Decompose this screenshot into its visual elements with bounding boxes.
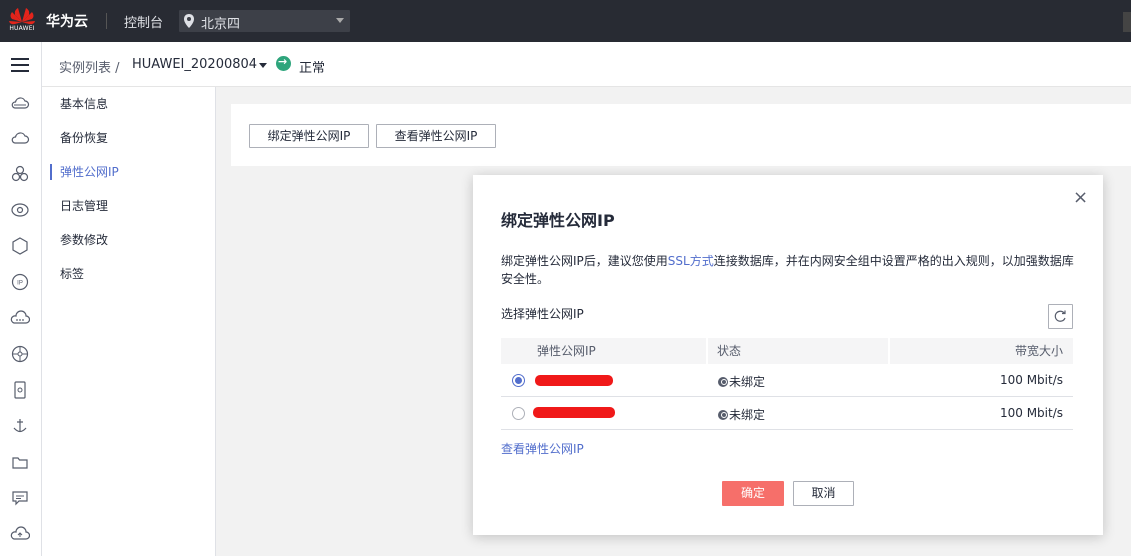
refresh-icon xyxy=(1054,310,1066,322)
breadcrumb-instance-name: HUAWEI_20200804 xyxy=(132,57,258,72)
table-row[interactable]: 未绑定 100 Mbit/s xyxy=(501,364,1073,397)
eip-address xyxy=(535,374,615,386)
top-navigation-bar: HUAWEI 华为云 控制台 北京四 xyxy=(0,0,1131,42)
ssl-link[interactable]: SSL方式 xyxy=(668,254,714,268)
brand-name[interactable]: 华为云 xyxy=(46,11,88,31)
refresh-button[interactable] xyxy=(1048,304,1073,329)
subnav-item-tags[interactable]: 标签 xyxy=(42,257,216,291)
row-status: 未绑定 xyxy=(718,373,765,390)
cluster-icon[interactable] xyxy=(10,164,30,184)
subnav-item-basic-info[interactable]: 基本信息 xyxy=(42,87,216,121)
cloud-outline-icon[interactable] xyxy=(10,129,30,149)
row-radio[interactable] xyxy=(512,407,525,420)
row-bandwidth: 100 Mbit/s xyxy=(999,373,1063,387)
unbound-status-icon xyxy=(718,377,728,387)
svg-text:IP: IP xyxy=(17,281,23,287)
dialog-description: 绑定弹性公网IP后，建议您使用SSL方式连接数据库，并在内网安全组中设置严格的出… xyxy=(501,252,1077,288)
eip-table: 弹性公网IP 状态 带宽大小 未绑定 100 Mbit/s 未绑定 100 Mb… xyxy=(501,338,1073,430)
folder-icon[interactable] xyxy=(10,453,30,473)
row-status-text: 未绑定 xyxy=(729,408,766,422)
description-text: 绑定弹性公网IP后，建议您使用 xyxy=(501,254,668,268)
cloud-upload-icon[interactable] xyxy=(10,524,30,544)
ip-icon[interactable]: IP xyxy=(10,272,30,292)
topbar-divider xyxy=(106,13,107,29)
cloud-dots-icon[interactable] xyxy=(10,308,30,328)
row-status-text: 未绑定 xyxy=(729,375,766,389)
eip-action-panel: 绑定弹性公网IP 查看弹性公网IP xyxy=(231,104,1131,166)
view-eip-button[interactable]: 查看弹性公网IP xyxy=(376,124,496,148)
cancel-button[interactable]: 取消 xyxy=(793,481,854,506)
hexagon-icon[interactable] xyxy=(10,236,30,256)
network-icon[interactable] xyxy=(10,344,30,364)
status-ok-icon xyxy=(276,55,291,71)
chat-icon[interactable] xyxy=(10,488,30,508)
bind-eip-dialog: 绑定弹性公网IP × 绑定弹性公网IP后，建议您使用SSL方式连接数据库，并在内… xyxy=(473,175,1103,535)
unbound-status-icon xyxy=(718,410,728,420)
menu-icon[interactable] xyxy=(11,58,29,72)
location-pin-icon xyxy=(184,14,194,28)
subnav-item-parameters[interactable]: 参数修改 xyxy=(42,223,216,257)
subnav-item-eip[interactable]: 弹性公网IP xyxy=(42,155,216,189)
anchor-icon[interactable] xyxy=(10,416,30,436)
table-header: 弹性公网IP 状态 带宽大小 xyxy=(501,338,1073,364)
console-link[interactable]: 控制台 xyxy=(124,12,163,31)
confirm-button[interactable]: 确定 xyxy=(722,481,784,506)
region-label: 北京四 xyxy=(201,17,241,32)
chevron-down-icon xyxy=(336,18,344,23)
table-row[interactable]: 未绑定 100 Mbit/s xyxy=(501,397,1073,430)
instance-sub-navigation: 基本信息 备份恢复 弹性公网IP 日志管理 参数修改 标签 xyxy=(42,87,216,556)
instance-status: 正常 xyxy=(299,61,326,76)
eye-icon[interactable] xyxy=(10,200,30,220)
redaction-mark xyxy=(533,407,615,418)
cloud-icon[interactable] xyxy=(10,94,30,114)
eip-address xyxy=(533,407,615,419)
close-icon[interactable]: × xyxy=(1073,189,1088,207)
row-bandwidth: 100 Mbit/s xyxy=(999,406,1063,420)
dialog-title: 绑定弹性公网IP xyxy=(501,211,615,230)
instance-switch-dropdown-icon[interactable] xyxy=(259,63,267,68)
logo-text: HUAWEI xyxy=(9,25,35,32)
breadcrumb: 实例列表 / HUAWEI_20200804 正常 xyxy=(42,42,1131,87)
column-separator xyxy=(888,338,890,364)
column-header-status: 状态 xyxy=(717,344,742,358)
select-eip-label: 选择弹性公网IP xyxy=(501,307,584,321)
row-status: 未绑定 xyxy=(718,406,765,423)
column-separator xyxy=(706,338,708,364)
huawei-logo[interactable]: HUAWEI xyxy=(0,0,44,42)
breadcrumb-instance-list[interactable]: 实例列表 / xyxy=(59,57,120,76)
topbar-right-edge xyxy=(1123,12,1131,32)
column-header-bandwidth: 带宽大小 xyxy=(1014,344,1063,358)
column-header-eip: 弹性公网IP xyxy=(537,344,596,358)
redaction-mark xyxy=(535,375,613,386)
view-eip-link[interactable]: 查看弹性公网IP xyxy=(501,440,584,457)
subnav-item-log-management[interactable]: 日志管理 xyxy=(42,189,216,223)
storage-icon[interactable] xyxy=(10,380,30,400)
service-icon-rail: IP xyxy=(0,42,42,556)
region-selector[interactable]: 北京四 xyxy=(179,10,350,32)
bind-eip-button[interactable]: 绑定弹性公网IP xyxy=(249,124,369,148)
row-radio[interactable] xyxy=(512,374,525,387)
subnav-item-backup-restore[interactable]: 备份恢复 xyxy=(42,121,216,155)
